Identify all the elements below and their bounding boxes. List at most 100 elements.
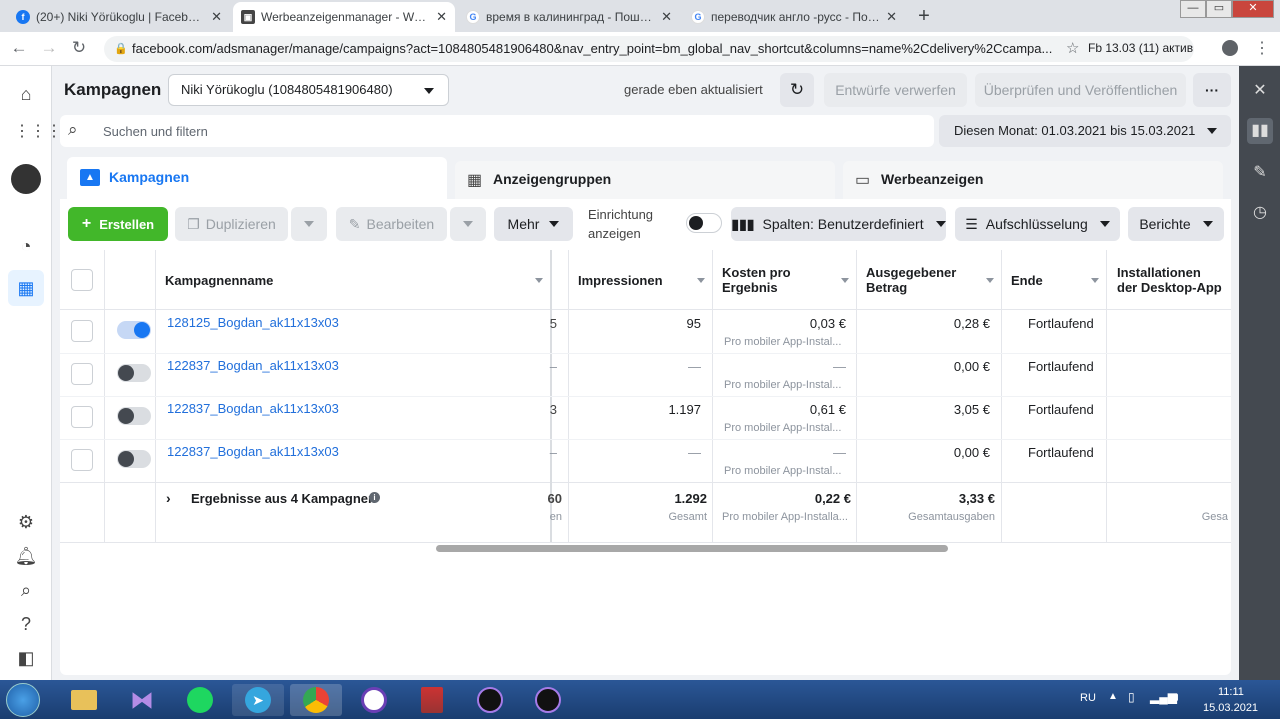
history-clock-icon[interactable]: ◷ xyxy=(1247,200,1273,226)
reload-icon[interactable]: ↻ xyxy=(68,38,90,58)
duplicate-dropdown[interactable] xyxy=(291,207,327,241)
more-options-button[interactable]: ··· xyxy=(1193,73,1231,107)
breakdown-button[interactable]: ☰ Aufschlüsselung xyxy=(955,207,1120,241)
refresh-button[interactable]: ↻ xyxy=(780,73,814,107)
sort-caret-icon[interactable] xyxy=(1091,278,1099,283)
col-header-end[interactable]: Ende xyxy=(1011,273,1043,288)
chevron-down-icon xyxy=(935,221,946,227)
edit-button[interactable]: ✎ Bearbeiten xyxy=(336,207,447,241)
sort-caret-icon[interactable] xyxy=(841,278,849,283)
create-button[interactable]: + Erstellen xyxy=(68,207,168,241)
clock-date[interactable]: 15.03.2021 xyxy=(1203,702,1258,714)
date-range-picker[interactable]: Diesen Monat: 01.03.2021 bis 15.03.2021 xyxy=(939,115,1231,147)
col-header-cost[interactable]: Kosten pro Ergebnis xyxy=(722,265,791,295)
col-header-impressions[interactable]: Impressionen xyxy=(578,273,663,288)
forward-icon[interactable]: → xyxy=(38,38,60,58)
minimize-icon[interactable]: — xyxy=(1180,0,1206,18)
setup-toggle[interactable] xyxy=(686,213,722,233)
tab-adsets[interactable]: ▦ Anzeigengruppen xyxy=(455,161,835,199)
signal-icon[interactable]: ▂▄▆ xyxy=(1150,690,1177,704)
info-icon[interactable]: i xyxy=(369,492,380,503)
search-icon[interactable]: ⌕ xyxy=(14,578,38,602)
bar-chart-icon[interactable]: ▮▮ xyxy=(1247,118,1273,144)
chevron-down-icon xyxy=(1202,221,1213,227)
close-tab-icon[interactable]: ✕ xyxy=(211,9,222,25)
tray-expand-icon[interactable]: ▲ xyxy=(1108,691,1118,702)
close-panel-icon[interactable]: ✕ xyxy=(1247,78,1273,104)
expand-chevron-icon[interactable]: › xyxy=(166,490,171,506)
browser-tab-google-2[interactable]: G переводчик англо -русс - Пошу ✕ xyxy=(683,2,905,32)
help-icon[interactable]: ? xyxy=(14,612,38,636)
sort-caret-icon[interactable] xyxy=(986,278,994,283)
volume-icon[interactable]: 🔈︎ xyxy=(1174,689,1182,705)
col-header-installs[interactable]: Installationen der Desktop-App xyxy=(1117,265,1222,295)
app-hexagon-icon-2[interactable] xyxy=(522,684,574,716)
messenger-app-icon[interactable] xyxy=(348,684,400,716)
campaign-toggle[interactable] xyxy=(117,321,151,339)
winrar-icon[interactable] xyxy=(406,684,458,716)
columns-button[interactable]: ▮▮▮ Spalten: Benutzerdefiniert xyxy=(731,207,946,241)
discard-drafts-button[interactable]: Entwürfe verwerfen xyxy=(824,73,967,107)
browser-tab-google-1[interactable]: G время в калининград - Пошук G ✕ xyxy=(458,2,680,32)
tab-ads[interactable]: ▭ Werbeanzeigen xyxy=(843,161,1223,199)
reports-button[interactable]: Berichte xyxy=(1128,207,1224,241)
col-header-name[interactable]: Kampagnenname xyxy=(165,273,273,288)
chrome-icon[interactable] xyxy=(290,684,342,716)
profile-chip[interactable]: Fb 13.03 (11) актив xyxy=(1088,41,1193,55)
window-close-icon[interactable]: ✕ xyxy=(1232,0,1274,18)
campaign-toggle[interactable] xyxy=(117,450,151,468)
search-filter-bar[interactable]: ⌕ Suchen und filtern xyxy=(60,115,934,147)
campaign-toggle[interactable] xyxy=(117,364,151,382)
avatar[interactable] xyxy=(11,164,41,194)
horizontal-scrollbar[interactable] xyxy=(436,545,948,552)
row-checkbox[interactable] xyxy=(71,320,93,342)
notifications-bell-icon[interactable]: 🔔︎ xyxy=(14,544,38,568)
close-tab-icon[interactable]: ✕ xyxy=(436,9,447,25)
settings-gear-icon[interactable]: ⚙ xyxy=(14,510,38,534)
duplicate-button[interactable]: ❐ Duplizieren xyxy=(175,207,288,241)
row-checkbox[interactable] xyxy=(71,406,93,428)
bookmark-star-icon[interactable]: ☆ xyxy=(1066,39,1079,57)
account-selector[interactable]: Niki Yörükoglu (1084805481906480) xyxy=(168,74,449,106)
visual-studio-icon[interactable]: ⧓ xyxy=(116,684,168,716)
campaigns-table-icon[interactable]: ▦ xyxy=(8,270,44,306)
edit-dropdown[interactable] xyxy=(450,207,486,241)
pencil-edit-icon[interactable]: ✎ xyxy=(1247,160,1273,186)
select-all-checkbox[interactable] xyxy=(71,269,93,291)
close-tab-icon[interactable]: ✕ xyxy=(886,9,897,25)
campaign-name-link[interactable]: 128125_Bogdan_ak11x13x03 xyxy=(167,315,339,330)
campaign-toggle[interactable] xyxy=(117,407,151,425)
browser-tab-adsmanager[interactable]: ▣ Werbeanzeigenmanager - Werbe ✕ xyxy=(233,2,455,32)
campaign-name-link[interactable]: 122837_Bogdan_ak11x13x03 xyxy=(167,444,339,459)
start-button-icon[interactable] xyxy=(6,683,40,717)
file-explorer-icon[interactable] xyxy=(58,684,110,716)
row-checkbox[interactable] xyxy=(71,449,93,471)
tab-campaigns[interactable]: ▲ Kampagnen xyxy=(67,157,447,201)
apps-grid-icon[interactable]: ⋮⋮⋮ xyxy=(14,120,62,144)
campaign-name-link[interactable]: 122837_Bogdan_ak11x13x03 xyxy=(167,401,339,416)
account-icon[interactable] xyxy=(1222,40,1238,56)
spotify-icon[interactable] xyxy=(174,684,226,716)
url-field[interactable]: 🔒 facebook.com/adsmanager/manage/campaig… xyxy=(104,36,1194,62)
back-icon[interactable]: ← xyxy=(8,38,30,58)
browser-tab-facebook[interactable]: f (20+) Niki Yörükoglu | Facebook ✕ xyxy=(8,2,230,32)
dashboard-gauge-icon[interactable]: ◔ xyxy=(14,234,38,258)
maximize-icon[interactable]: ▭ xyxy=(1206,0,1232,18)
col-header-spent[interactable]: Ausgegebener Betrag xyxy=(866,265,956,295)
language-indicator[interactable]: RU xyxy=(1080,692,1096,704)
tray-device-icon[interactable]: ▯ xyxy=(1128,690,1135,704)
more-menu-button[interactable]: Mehr xyxy=(494,207,573,241)
new-tab-icon[interactable]: + xyxy=(912,5,936,29)
close-tab-icon[interactable]: ✕ xyxy=(661,9,672,25)
telegram-icon[interactable]: ➤ xyxy=(232,684,284,716)
clock-time[interactable]: 11:11 xyxy=(1218,686,1244,698)
home-icon[interactable]: ⌂ xyxy=(14,82,38,106)
review-publish-button[interactable]: Überprüfen und Veröffentlichen xyxy=(975,73,1186,107)
app-hexagon-icon[interactable] xyxy=(464,684,516,716)
sort-caret-icon[interactable] xyxy=(535,278,543,283)
row-checkbox[interactable] xyxy=(71,363,93,385)
browser-menu-icon[interactable]: ⋮ xyxy=(1254,38,1270,58)
sort-caret-icon[interactable] xyxy=(697,278,705,283)
report-sidebar-icon[interactable]: ◧ xyxy=(14,646,38,670)
campaign-name-link[interactable]: 122837_Bogdan_ak11x13x03 xyxy=(167,358,339,373)
